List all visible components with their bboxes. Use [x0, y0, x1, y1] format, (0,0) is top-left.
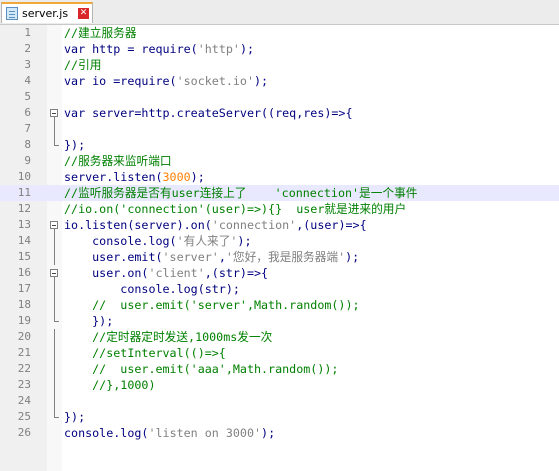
fold-toggle-icon[interactable] [50, 109, 58, 117]
file-icon [6, 7, 18, 20]
code-text: user.emit('server','您好，我是服务器端'); [64, 250, 360, 264]
code-line[interactable]: 3 //引用 [0, 57, 559, 73]
code-line[interactable]: 7 [0, 121, 559, 137]
fold-line [54, 233, 55, 249]
fold-line [54, 329, 55, 345]
code-line[interactable]: 17 console.log(str); [0, 281, 559, 297]
fold-line [54, 361, 55, 377]
fold-line [54, 393, 55, 409]
line-number: 26 [17, 426, 31, 439]
fold-line [54, 377, 55, 393]
code-line[interactable]: 1 //建立服务器 [0, 25, 559, 41]
code-line[interactable]: 19 }); [0, 313, 559, 329]
line-number: 4 [24, 74, 31, 87]
line-number: 23 [17, 378, 31, 391]
code-line[interactable]: 14 console.log('有人来了'); [0, 233, 559, 249]
fold-end-marker [54, 313, 59, 322]
line-number: 2 [24, 42, 31, 55]
code-text: }); [64, 138, 86, 152]
code-text: }); [64, 410, 86, 424]
line-number: 8 [24, 138, 31, 151]
code-text: user.on('client',(str)=>{ [64, 266, 269, 280]
code-line[interactable]: 4 var io =require('socket.io'); [0, 73, 559, 89]
code-text: var http = require('http'); [64, 42, 255, 56]
code-text: //定时器定时发送,1000ms发一次 [64, 330, 273, 344]
code-text: var io =require('socket.io'); [64, 74, 269, 88]
line-number: 11 [17, 186, 31, 199]
code-line[interactable]: 6 var server=http.createServer((req,res)=… [0, 105, 559, 121]
code-text: io.listen(server).on('connection',(user)… [64, 218, 367, 232]
code-text: console.log('listen on 3000'); [64, 426, 276, 440]
code-line[interactable]: 15 user.emit('server','您好，我是服务器端'); [0, 249, 559, 265]
fold-line [54, 297, 55, 313]
line-number: 13 [17, 218, 31, 231]
code-line[interactable]: 12 //io.on('connection'(user)=>){} user就是… [0, 201, 559, 217]
line-number: 7 [24, 122, 31, 135]
code-text: //},1000) [64, 378, 156, 392]
line-number: 1 [24, 26, 31, 39]
code-text: //引用 [64, 58, 102, 72]
line-number: 9 [24, 154, 31, 167]
code-text: console.log('有人来了'); [64, 234, 252, 248]
code-text: var server=http.createServer((req,res)=>… [64, 106, 353, 120]
code-line[interactable]: 21 //setInterval(()=>{ [0, 345, 559, 361]
fold-end-marker [54, 409, 59, 418]
line-number: 25 [17, 410, 31, 423]
tab-bar: server.js ✕ [0, 0, 559, 25]
code-line[interactable]: 18 // user.emit('server',Math.random()); [0, 297, 559, 313]
line-number: 18 [17, 298, 31, 311]
code-line[interactable]: 11 //监听服务器是否有user连接上了 'connection'是一个事件 [0, 185, 559, 201]
fold-line [54, 281, 55, 297]
code-line[interactable]: 24 [0, 393, 559, 409]
code-line[interactable]: 9 //服务器来监听端口 [0, 153, 559, 169]
code-line[interactable]: 20 //定时器定时发送,1000ms发一次 [0, 329, 559, 345]
code-text: // user.emit('aaa',Math.random()); [64, 362, 339, 376]
code-line[interactable]: 5 [0, 89, 559, 105]
line-number: 15 [17, 250, 31, 263]
tab-label: server.js [22, 7, 69, 20]
code-text: server.listen(3000); [64, 170, 205, 184]
code-text: }); [64, 314, 114, 328]
code-line[interactable]: 10 server.listen(3000); [0, 169, 559, 185]
code-text: // user.emit('server',Math.random()); [64, 298, 360, 312]
line-number: 22 [17, 362, 31, 375]
code-line[interactable]: 2 var http = require('http'); [0, 41, 559, 57]
fold-toggle-icon[interactable] [50, 269, 58, 277]
fold-line [54, 121, 55, 137]
line-number: 14 [17, 234, 31, 247]
line-number: 10 [17, 170, 31, 183]
code-line[interactable]: 26 console.log('listen on 3000'); [0, 425, 559, 441]
line-number: 16 [17, 266, 31, 279]
line-number: 20 [17, 330, 31, 343]
code-text: console.log(str); [64, 282, 240, 296]
line-number: 19 [17, 314, 31, 327]
line-number: 12 [17, 202, 31, 215]
line-number: 21 [17, 346, 31, 359]
tab-server-js[interactable]: server.js ✕ [1, 2, 93, 23]
fold-end-marker [54, 137, 59, 146]
line-number: 3 [24, 58, 31, 71]
code-line[interactable]: 22 // user.emit('aaa',Math.random()); [0, 361, 559, 377]
code-line[interactable]: 16 user.on('client',(str)=>{ [0, 265, 559, 281]
line-number: 24 [17, 394, 31, 407]
code-text: //监听服务器是否有user连接上了 'connection'是一个事件 [64, 186, 418, 200]
code-text: //setInterval(()=>{ [64, 346, 226, 360]
line-number: 6 [24, 106, 31, 119]
line-number: 5 [24, 90, 31, 103]
code-text: //建立服务器 [64, 26, 137, 40]
code-editor[interactable]: 1 //建立服务器 2 var http = require('http'); 3 //引… [0, 25, 559, 441]
code-line[interactable]: 13 io.listen(server).on('connection',(use… [0, 217, 559, 233]
code-text: //服务器来监听端口 [64, 154, 172, 168]
code-line[interactable]: 23 //},1000) [0, 377, 559, 393]
close-icon[interactable]: ✕ [78, 8, 89, 19]
fold-line [54, 345, 55, 361]
code-line[interactable]: 8}); [0, 137, 559, 153]
fold-toggle-icon[interactable] [50, 221, 58, 229]
line-number: 17 [17, 282, 31, 295]
code-line[interactable]: 25}); [0, 409, 559, 425]
fold-line [54, 249, 55, 265]
code-text: //io.on('connection'(user)=>){} user就是进来… [64, 202, 407, 216]
